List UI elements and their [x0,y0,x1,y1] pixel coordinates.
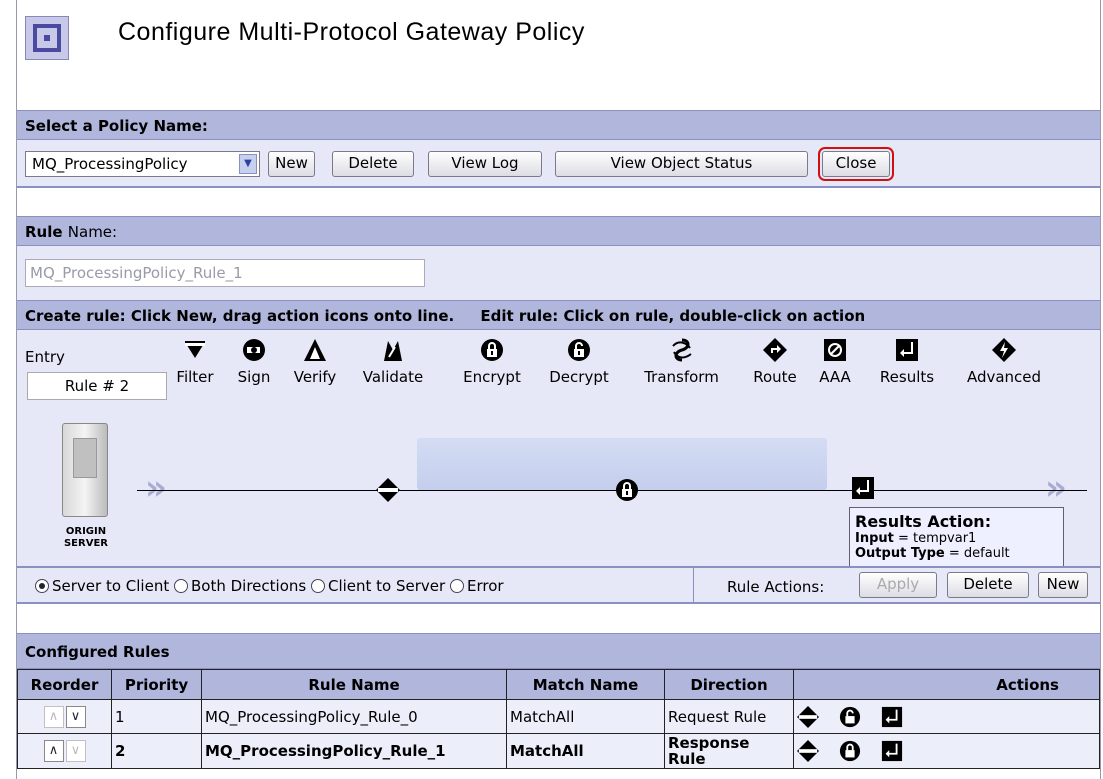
results-icon[interactable] [881,706,903,728]
sign-tool[interactable]: Sign [230,338,278,386]
new-rule-button[interactable]: New [1038,572,1088,598]
results-action-icon[interactable] [851,476,875,500]
results-icon [896,339,918,361]
encrypt-tool[interactable]: Encrypt [456,338,528,386]
encrypt-icon[interactable] [839,740,861,762]
move-up-icon[interactable]: ∧ [43,705,64,728]
filter-tool[interactable]: Filter [170,338,220,386]
direction-panel: Server to Client Both Directions Client … [17,566,1100,604]
direction-client-to-server[interactable]: Client to Server [310,577,445,595]
policy-window: Configure Multi-Protocol Gateway Policy … [16,0,1101,779]
column-header: Rule Name [201,669,507,700]
filter-icon [185,341,205,358]
route-tool[interactable]: Route [748,338,802,386]
policy-panel: MQ_ProcessingPolicy ▼ New Delete View Lo… [17,140,1100,188]
decrypt-tool[interactable]: Decrypt [543,338,615,386]
radio-icon[interactable] [35,579,49,593]
transform-tool[interactable]: Transform [634,338,729,386]
encrypt-action-icon[interactable] [615,478,639,502]
validate-icon [384,341,402,361]
table-header-row: Reorder Priority Rule Name Match Name Di… [17,669,1100,700]
chevron-down-icon[interactable]: ▼ [239,154,257,174]
results-action-tooltip: Results Action: Input = tempvar1 Output … [849,507,1064,573]
verify-icon [304,339,326,361]
direction-server-to-client[interactable]: Server to Client [35,577,169,595]
app-logo-icon [25,16,69,60]
delete-policy-button[interactable]: Delete [332,151,414,177]
aaa-icon [824,339,846,361]
configured-rules-header: Configured Rules [17,633,1100,669]
apply-button[interactable]: Apply [859,572,937,598]
entry-label: Entry [25,348,65,366]
rule-section-header: Rule Name: [17,216,1100,246]
verify-tool[interactable]: Verify [285,338,345,386]
policy-section-header: Select a Policy Name: [17,110,1100,140]
chevron-right-icon: » [1045,468,1067,508]
rule-name-field[interactable]: MQ_ProcessingPolicy_Rule_1 [25,259,425,287]
results-icon[interactable] [881,740,903,762]
chevron-right-icon: » [145,468,167,508]
advanced-tool[interactable]: Advanced [956,338,1052,386]
radio-icon[interactable] [310,579,325,593]
new-policy-button[interactable]: New [268,151,315,177]
view-object-status-button[interactable]: View Object Status [555,151,808,177]
radio-icon[interactable] [174,579,188,593]
direction-error[interactable]: Error [449,577,504,595]
page-title: Configure Multi-Protocol Gateway Policy [118,18,585,46]
move-down-icon[interactable]: ∨ [65,705,86,728]
column-header: Reorder [17,669,112,700]
action-toolbar: Entry Rule # 2 Filter Sign Verify Valida… [17,330,1100,418]
table-row[interactable]: ∧ ∨ 2 MQ_ProcessingPolicy_Rule_1 MatchAll… [17,733,1100,769]
column-header: Actions [793,669,1100,700]
validate-tool[interactable]: Validate [354,338,432,386]
table-row[interactable]: ∧ ∨ 1 MQ_ProcessingPolicy_Rule_0 MatchAll… [17,699,1100,734]
rule-name-panel: MQ_ProcessingPolicy_Rule_1 [17,246,1100,300]
advanced-icon [992,338,1016,362]
policy-select[interactable]: MQ_ProcessingPolicy ▼ [25,151,260,177]
decrypt-icon [568,339,590,361]
direction-radio-group: Server to Client Both Directions Client … [35,577,504,595]
rule-line [137,490,1087,491]
origin-server-icon [62,423,108,517]
create-rule-instructions: Create rule: Click New, drag action icon… [17,300,1100,330]
match-action-icon[interactable] [797,705,819,728]
move-up-icon[interactable]: ∧ [43,740,64,762]
origin-server-label: ORIGIN SERVER [63,526,108,549]
close-button[interactable]: Close [818,147,894,181]
match-action-icon[interactable] [376,478,400,502]
match-action-icon[interactable] [797,740,819,762]
route-icon [763,338,787,362]
view-log-button[interactable]: View Log [428,151,542,177]
aaa-tool[interactable]: AAA [815,338,855,386]
direction-both[interactable]: Both Directions [174,577,306,595]
move-down-icon[interactable]: ∨ [65,740,86,762]
radio-icon[interactable] [449,579,464,593]
column-header: Match Name [506,669,665,700]
title-bar: Configure Multi-Protocol Gateway Policy [17,0,1100,100]
transform-icon [671,338,692,362]
decrypt-icon[interactable] [839,706,861,728]
column-header: Priority [111,669,202,700]
column-header: Direction [664,669,794,700]
entry-rule-field: Rule # 2 [27,372,167,400]
encrypt-icon [481,339,503,361]
rule-actions-label: Rule Actions: [727,578,825,596]
results-tool[interactable]: Results [872,338,942,386]
configured-rules-table: Reorder Priority Rule Name Match Name Di… [17,669,1100,769]
sign-icon [243,339,265,361]
delete-rule-button[interactable]: Delete [947,572,1029,598]
